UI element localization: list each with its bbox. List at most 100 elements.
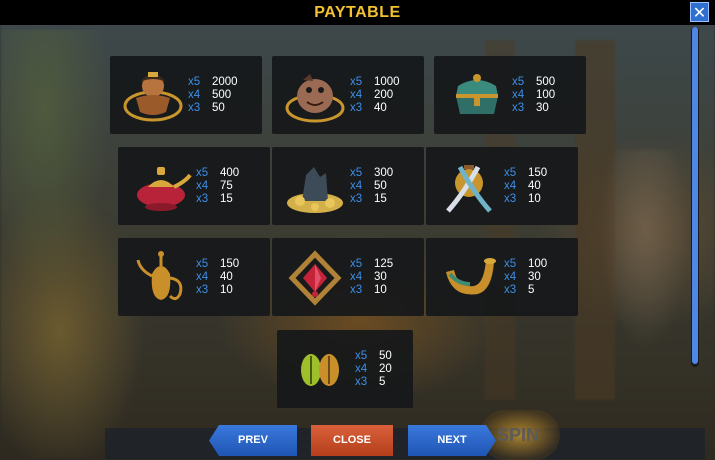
payout-row: x3 5	[355, 376, 392, 389]
payout-multiplier: x5	[350, 76, 363, 88]
payout-row: x3 10	[504, 193, 547, 206]
payout-multiplier: x3	[350, 193, 363, 205]
payout-value: 50	[374, 180, 387, 192]
payout-value: 30	[374, 271, 387, 283]
payout-value: 125	[374, 258, 394, 270]
payout-list: x5 2000 x4 500 x3 50	[188, 76, 238, 115]
payout-multiplier: x4	[504, 180, 517, 192]
paytable-header: PAYTABLE	[0, 0, 715, 25]
payout-multiplier: x4	[188, 89, 201, 101]
payout-multiplier: x5	[355, 350, 368, 362]
payout-value: 500	[536, 76, 556, 88]
payout-value: 40	[220, 271, 233, 283]
symbol-card: x5 50 x4 20 x3 5	[277, 330, 413, 408]
payout-value: 50	[379, 350, 392, 362]
payout-multiplier: x5	[504, 167, 517, 179]
symbol-card: x5 150 x4 40 x3 10	[426, 147, 578, 225]
genie-icon	[123, 72, 183, 122]
payout-row: x5 150	[504, 167, 547, 180]
payout-value: 2000	[212, 76, 238, 88]
payout-multiplier: x3	[196, 193, 209, 205]
swords-icon	[446, 165, 492, 213]
payout-multiplier: x3	[512, 102, 525, 114]
payout-multiplier: x3	[350, 284, 363, 296]
payout-list: x5 1000 x4 200 x3 40	[350, 76, 400, 115]
game-control-bar	[105, 428, 705, 459]
payout-multiplier: x4	[196, 271, 209, 283]
palm-tree	[0, 30, 110, 290]
payout-multiplier: x5	[196, 258, 209, 270]
payout-list: x5 100 x4 30 x3 5	[504, 258, 547, 297]
golden-horn-icon	[446, 258, 496, 295]
payout-multiplier: x4	[504, 271, 517, 283]
payout-value: 20	[379, 363, 392, 375]
payout-row: x4 500	[188, 89, 238, 102]
payout-row: x3 30	[512, 102, 555, 115]
symbol-card: x5 1000 x4 200 x3 40	[272, 56, 424, 134]
scarab-icon	[301, 354, 339, 386]
payout-value: 400	[220, 167, 240, 179]
payout-list: x5 400 x4 75 x3 15	[196, 167, 239, 206]
payout-row: x5 125	[350, 258, 393, 271]
payout-row: x3 10	[196, 284, 239, 297]
payout-multiplier: x3	[350, 102, 363, 114]
treasure-chest-icon	[456, 74, 498, 114]
payout-value: 500	[212, 89, 232, 101]
payout-multiplier: x3	[188, 102, 201, 114]
payout-multiplier: x5	[504, 258, 517, 270]
ruby-amulet-icon	[288, 250, 342, 306]
payout-row: x4 75	[196, 180, 239, 193]
symbol-card: x5 300 x4 50 x3 15	[272, 147, 424, 225]
payout-value: 100	[536, 89, 556, 101]
payout-multiplier: x3	[196, 284, 209, 296]
payout-multiplier: x5	[350, 167, 363, 179]
payout-row: x4 30	[504, 271, 547, 284]
payout-list: x5 125 x4 30 x3 10	[350, 258, 393, 297]
payout-value: 75	[220, 180, 233, 192]
golden-pitcher-icon	[136, 251, 183, 301]
background-character	[600, 150, 690, 350]
payout-value: 10	[374, 284, 387, 296]
payout-row: x3 15	[196, 193, 239, 206]
close-icon[interactable]: ✕	[690, 2, 709, 22]
payout-value: 5	[528, 284, 535, 296]
payout-row: x4 40	[196, 271, 239, 284]
payout-row: x3 5	[504, 284, 547, 297]
payout-value: 150	[528, 167, 548, 179]
payout-multiplier: x3	[504, 193, 517, 205]
payout-value: 30	[536, 102, 549, 114]
payout-row: x5 500	[512, 76, 555, 89]
payout-multiplier: x4	[350, 89, 363, 101]
payout-value: 40	[528, 180, 541, 192]
payout-multiplier: x3	[355, 376, 368, 388]
next-button[interactable]: NEXT	[408, 425, 496, 456]
close-button[interactable]: CLOSE	[311, 425, 393, 456]
symbol-card: x5 2000 x4 500 x3 50	[110, 56, 262, 134]
payout-value: 5	[379, 376, 386, 388]
payout-row: x5 300	[350, 167, 393, 180]
payout-value: 30	[528, 271, 541, 283]
payout-value: 40	[374, 102, 387, 114]
payout-row: x3 10	[350, 284, 393, 297]
payout-row: x4 40	[504, 180, 547, 193]
symbol-card: x5 500 x4 100 x3 30	[434, 56, 586, 134]
scrollbar-thumb[interactable]	[692, 27, 698, 364]
payout-value: 150	[220, 258, 240, 270]
payout-multiplier: x4	[350, 180, 363, 192]
payout-value: 10	[528, 193, 541, 205]
payout-value: 100	[528, 258, 548, 270]
payout-list: x5 300 x4 50 x3 15	[350, 167, 393, 206]
payout-row: x4 50	[350, 180, 393, 193]
payout-multiplier: x5	[196, 167, 209, 179]
payout-multiplier: x5	[512, 76, 525, 88]
payout-row: x4 30	[350, 271, 393, 284]
magic-lamp-icon	[137, 167, 192, 211]
payout-row: x5 2000	[188, 76, 238, 89]
payout-multiplier: x4	[196, 180, 209, 192]
prev-button[interactable]: PREV	[209, 425, 297, 456]
payout-value: 1000	[374, 76, 400, 88]
payout-row: x5 400	[196, 167, 239, 180]
payout-multiplier: x4	[350, 271, 363, 283]
payout-list: x5 500 x4 100 x3 30	[512, 76, 555, 115]
payout-multiplier: x3	[504, 284, 517, 296]
